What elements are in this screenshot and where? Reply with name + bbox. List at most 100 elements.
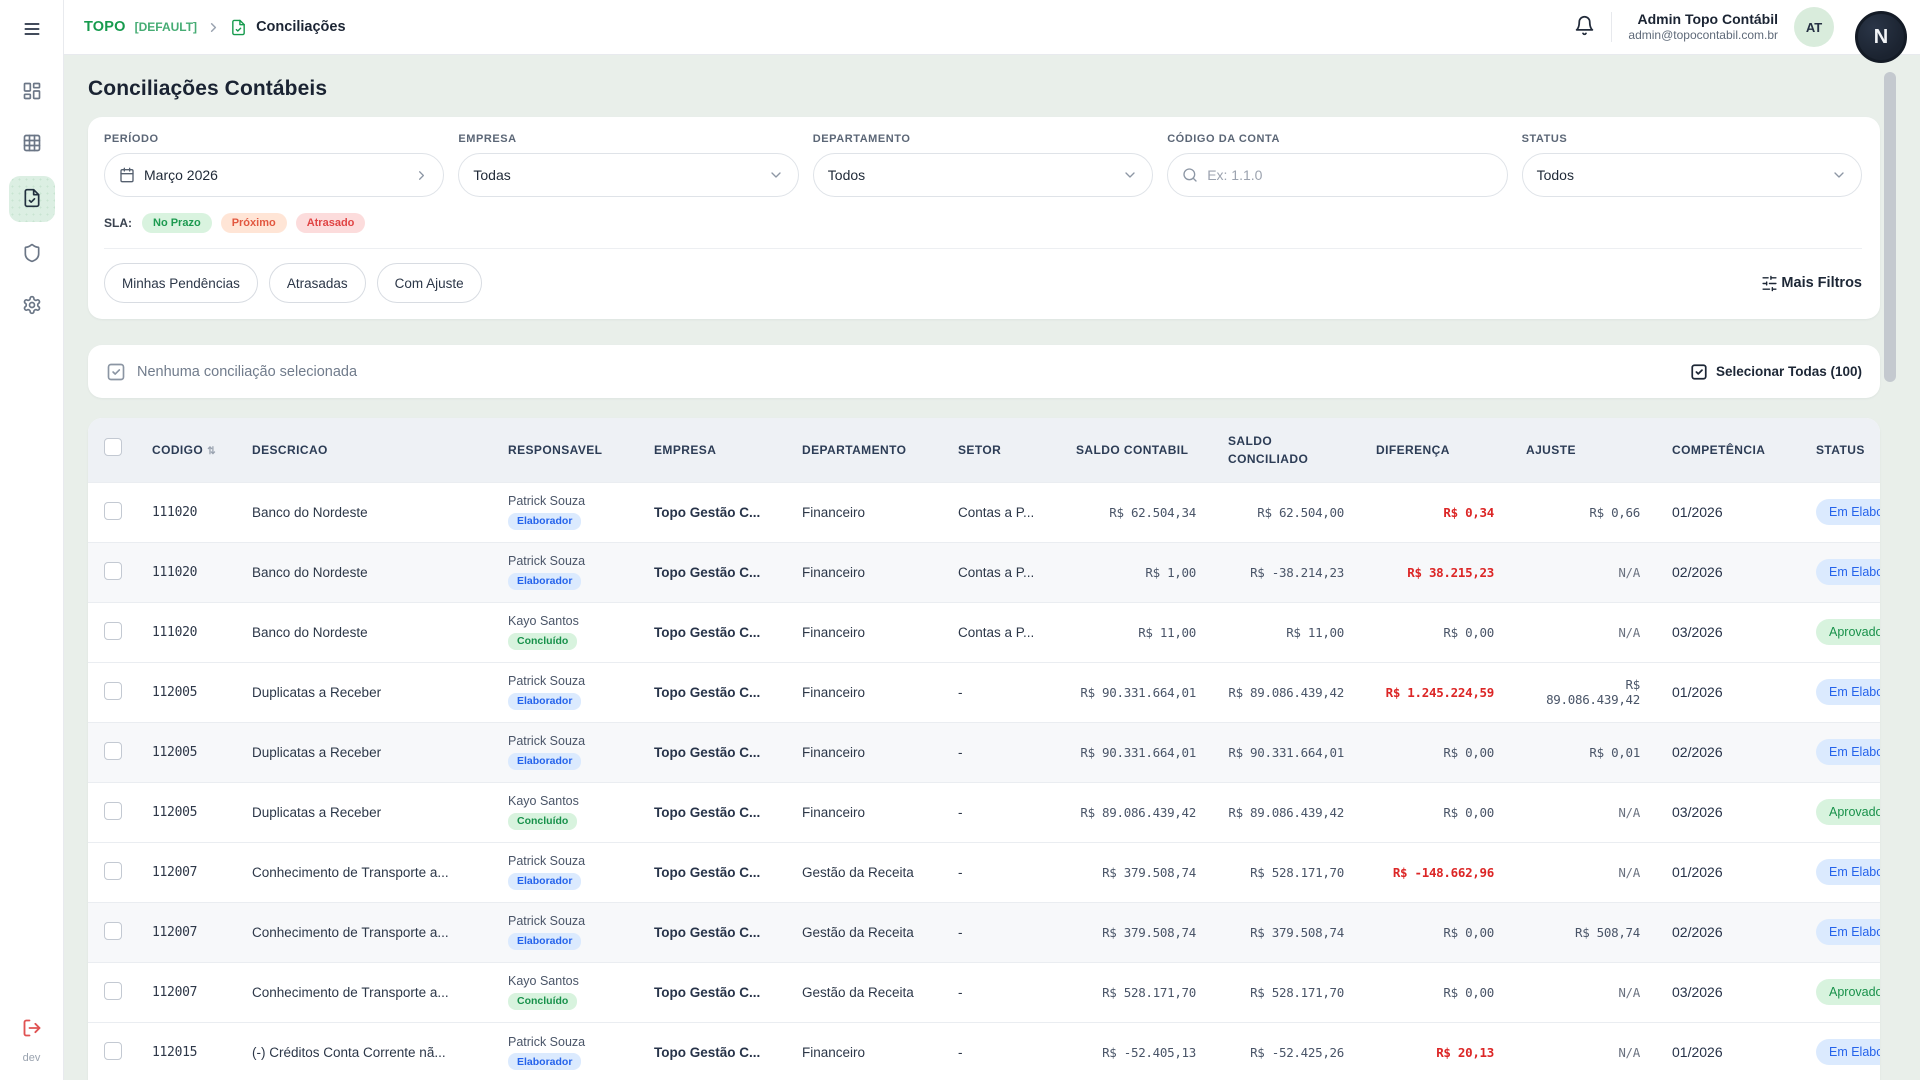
table-row[interactable]: 112007Conhecimento de Transporte a...Pat… — [88, 902, 1880, 962]
cell-codigo: 112015 — [136, 1022, 236, 1080]
row-checkbox[interactable] — [104, 1042, 122, 1060]
filter-label: PERÍODO — [104, 133, 444, 145]
cell-departamento: Financeiro — [786, 1022, 942, 1080]
cell-saldo-contabil: R$ 90.331.664,01 — [1060, 722, 1212, 782]
column-header-competencia: COMPETÊNCIA — [1656, 418, 1800, 482]
sidebar-item-security[interactable] — [12, 234, 52, 274]
sla-badge[interactable]: Atrasado — [296, 213, 366, 233]
cell-status: Aprovado — [1800, 602, 1880, 662]
cell-departamento: Gestão da Receita — [786, 902, 942, 962]
scrollbar-thumb[interactable] — [1884, 72, 1896, 382]
periodo-value: Março 2026 — [144, 167, 405, 183]
row-checkbox[interactable] — [104, 622, 122, 640]
cell-setor: Contas a P... — [942, 602, 1060, 662]
responsavel-name: Kayo Santos — [508, 614, 628, 628]
table-row[interactable]: 112007Conhecimento de Transporte a...Pat… — [88, 842, 1880, 902]
user-name: Admin Topo Contábil — [1628, 10, 1778, 28]
menu-toggle-button[interactable] — [14, 14, 50, 46]
cell-ajuste: N/A — [1510, 842, 1656, 902]
row-checkbox[interactable] — [104, 802, 122, 820]
avatar[interactable]: AT — [1794, 7, 1834, 47]
status-badge: Aprovado — [1816, 799, 1880, 825]
codigo-conta-input[interactable] — [1207, 167, 1492, 183]
cell-status: Aprovado — [1800, 962, 1880, 1022]
sidebar-item-dashboard[interactable] — [12, 72, 52, 112]
cell-competencia: 03/2026 — [1656, 602, 1800, 662]
cell-responsavel: Patrick SouzaElaborador — [492, 482, 638, 542]
row-checkbox[interactable] — [104, 562, 122, 580]
sla-label: SLA: — [104, 216, 132, 230]
bell-icon — [1574, 15, 1595, 39]
status-select[interactable]: Todos — [1522, 153, 1862, 197]
quick-filter-chip[interactable]: Atrasadas — [269, 263, 366, 303]
select-all-button[interactable]: Selecionar Todas (100) — [1690, 363, 1862, 381]
cell-departamento: Financeiro — [786, 482, 942, 542]
quick-filter-chip[interactable]: Minhas Pendências — [104, 263, 258, 303]
cell-descricao: Duplicatas a Receber — [236, 722, 492, 782]
cell-codigo: 112007 — [136, 902, 236, 962]
sla-badge[interactable]: No Prazo — [142, 213, 212, 233]
table-row[interactable]: 112015(-) Créditos Conta Corrente nã...P… — [88, 1022, 1880, 1080]
cell-departamento: Gestão da Receita — [786, 962, 942, 1022]
table-row[interactable]: 112005Duplicatas a ReceberPatrick SouzaE… — [88, 662, 1880, 722]
table-row[interactable]: 112007Conhecimento de Transporte a...Kay… — [88, 962, 1880, 1022]
row-checkbox[interactable] — [104, 982, 122, 1000]
status-badge: Aprovado — [1816, 979, 1880, 1005]
table-row[interactable]: 112005Duplicatas a ReceberKayo SantosCon… — [88, 782, 1880, 842]
cell-ajuste: N/A — [1510, 1022, 1656, 1080]
table-row[interactable]: 111020Banco do NordesteKayo SantosConclu… — [88, 602, 1880, 662]
cell-saldo-conciliado: R$ -52.425,26 — [1212, 1022, 1360, 1080]
cell-status: Em Elabor — [1800, 722, 1880, 782]
brand-name[interactable]: TOPO — [84, 19, 126, 35]
cell-competencia: 03/2026 — [1656, 962, 1800, 1022]
row-checkbox[interactable] — [104, 922, 122, 940]
cell-diferenca: R$ 0,00 — [1360, 902, 1510, 962]
row-checkbox[interactable] — [104, 502, 122, 520]
cell-empresa: Topo Gestão C... — [638, 962, 786, 1022]
header-checkbox[interactable] — [104, 438, 122, 456]
sidebar-item-tables[interactable] — [12, 124, 52, 164]
cell-saldo-contabil: R$ 90.331.664,01 — [1060, 662, 1212, 722]
cell-empresa: Topo Gestão C... — [638, 662, 786, 722]
status-badge: Em Elabor — [1816, 499, 1880, 525]
cell-saldo-conciliado: R$ 528.171,70 — [1212, 842, 1360, 902]
filter-label: STATUS — [1522, 133, 1862, 145]
sidebar-item-conciliacoes[interactable] — [9, 176, 55, 222]
cell-setor: - — [942, 1022, 1060, 1080]
table-row[interactable]: 112005Duplicatas a ReceberPatrick SouzaE… — [88, 722, 1880, 782]
cell-departamento: Gestão da Receita — [786, 842, 942, 902]
table-row[interactable]: 111020Banco do NordestePatrick SouzaElab… — [88, 482, 1880, 542]
sidebar-nav — [9, 72, 55, 326]
sidebar-footer: dev — [14, 1014, 50, 1070]
sla-badge[interactable]: Próximo — [221, 213, 287, 233]
filter-empresa: EMPRESA Todas — [458, 133, 798, 197]
responsavel-name: Patrick Souza — [508, 854, 628, 868]
row-checkbox[interactable] — [104, 682, 122, 700]
column-header-status: STATUS — [1800, 418, 1880, 482]
cell-ajuste: R$ 89.086.439,42 — [1510, 662, 1656, 722]
cell-diferenca: R$ 1.245.224,59 — [1360, 662, 1510, 722]
cell-saldo-contabil: R$ -52.405,13 — [1060, 1022, 1212, 1080]
cell-codigo: 111020 — [136, 482, 236, 542]
responsavel-name: Patrick Souza — [508, 494, 628, 508]
column-header-codigo[interactable]: CODIGO⇅ — [136, 418, 236, 482]
departamento-select[interactable]: Todos — [813, 153, 1153, 197]
role-badge: Elaborador — [508, 753, 581, 770]
empresa-select[interactable]: Todas — [458, 153, 798, 197]
periodo-picker[interactable]: Março 2026 — [104, 153, 444, 197]
logout-button[interactable] — [14, 1014, 50, 1044]
cell-codigo: 112005 — [136, 782, 236, 842]
cell-saldo-conciliado: R$ 89.086.439,42 — [1212, 782, 1360, 842]
cell-setor: - — [942, 842, 1060, 902]
cell-competencia: 02/2026 — [1656, 722, 1800, 782]
sidebar-item-settings[interactable] — [12, 286, 52, 326]
cell-responsavel: Patrick SouzaElaborador — [492, 722, 638, 782]
app-logo-badge[interactable]: N — [1855, 11, 1907, 63]
table-row[interactable]: 111020Banco do NordestePatrick SouzaElab… — [88, 542, 1880, 602]
more-filters-button[interactable]: Mais Filtros — [1761, 275, 1862, 292]
notifications-button[interactable] — [1574, 15, 1595, 39]
row-checkbox[interactable] — [104, 862, 122, 880]
quick-filter-chip[interactable]: Com Ajuste — [377, 263, 482, 303]
row-checkbox[interactable] — [104, 742, 122, 760]
filters-panel: PERÍODO Março 2026 EMPRESA Todas — [88, 117, 1880, 319]
